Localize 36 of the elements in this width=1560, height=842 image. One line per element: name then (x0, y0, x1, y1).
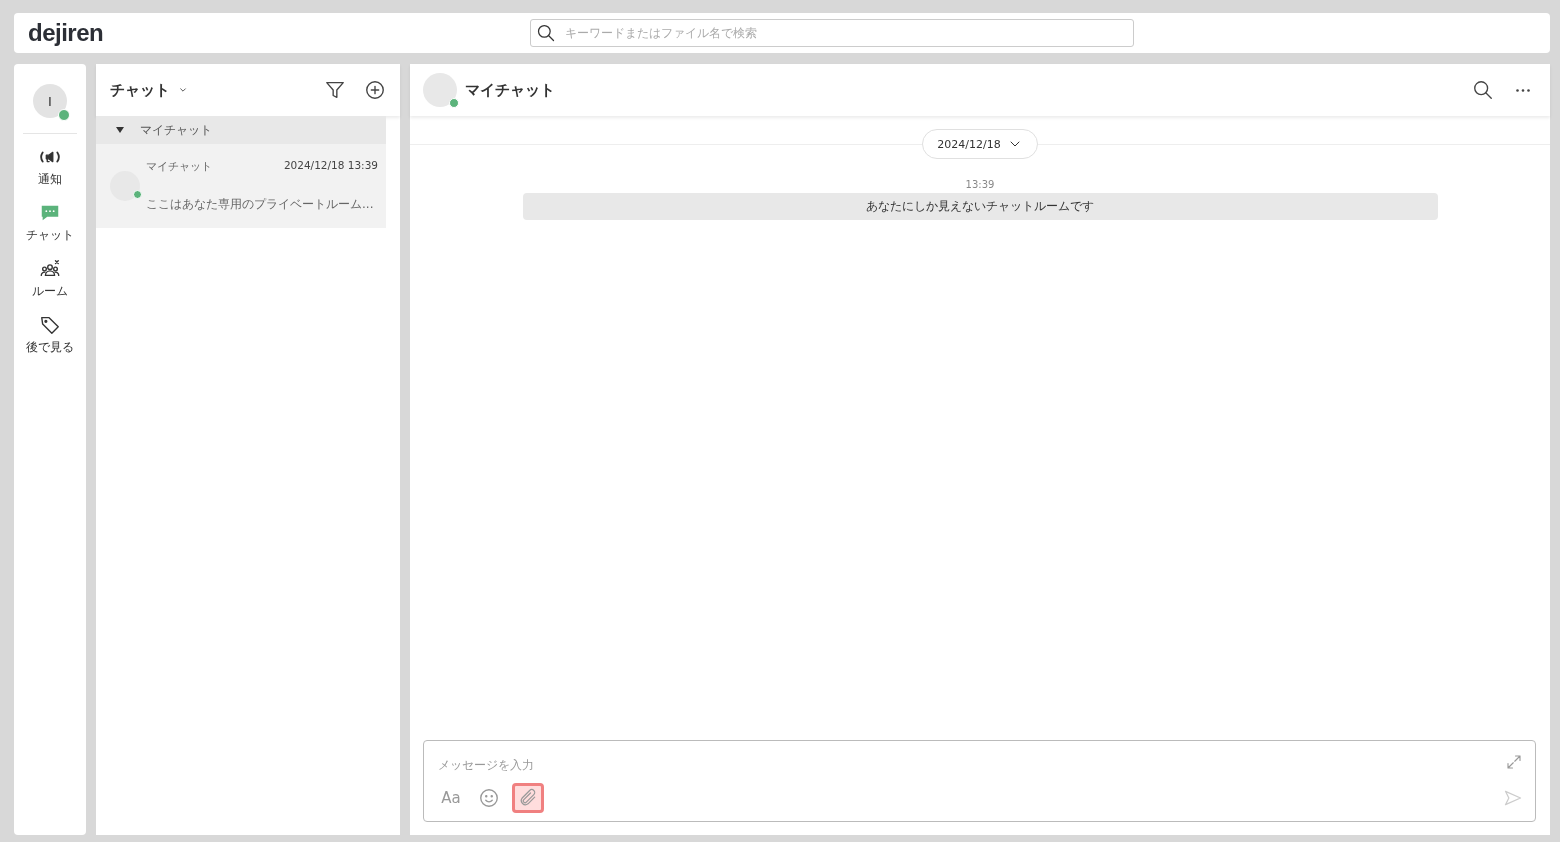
send-arrow-icon (1503, 788, 1523, 808)
sidebar-item[interactable]: 通知 (38, 146, 62, 188)
expand-arrows-icon (1505, 753, 1523, 771)
sidebar-item[interactable]: 後で見る (26, 314, 74, 356)
search-button[interactable] (1472, 79, 1494, 101)
more-icon (1516, 88, 1530, 92)
plus-circle-icon (364, 79, 386, 101)
message-time: 13:39 (965, 179, 995, 190)
expand-button[interactable] (1505, 753, 1523, 771)
paperclip-icon (518, 788, 538, 808)
filter-icon[interactable] (324, 79, 346, 101)
system-message: あなたにしか見えないチャットルームです (522, 193, 1438, 220)
avatar-icon (110, 171, 140, 201)
sidebar-item[interactable]: ルーム (32, 258, 68, 300)
group-header[interactable]: マイチャット (96, 116, 386, 144)
chat-preview: ここはあなた専用のプライベートルーム... (146, 196, 375, 213)
logo: dejiren (28, 19, 104, 47)
list-title: チャット (110, 80, 170, 100)
send-button[interactable] (1503, 788, 1523, 808)
conversation-title: マイチャット (465, 80, 555, 100)
triangle-down-icon (116, 126, 124, 134)
chat-time: 2024/12/18 13:39 (283, 159, 378, 173)
add-icon[interactable] (364, 79, 386, 101)
date-selector[interactable]: 2024/12/18 (922, 129, 1038, 159)
sidebar-item[interactable]: チャット (26, 202, 74, 244)
more-button[interactable] (1516, 88, 1530, 92)
user-avatar[interactable]: I (33, 84, 67, 118)
search-field[interactable]: キーワードまたはファイル名で検索 (530, 19, 1134, 47)
attach-button[interactable] (512, 783, 544, 813)
avatar-icon (423, 73, 457, 107)
chat-list-item[interactable]: マイチャット 2024/12/18 13:39 ここはあなた専用のプライベートルーム... (96, 144, 386, 228)
funnel-icon (324, 79, 346, 101)
search-icon (1472, 79, 1494, 101)
smiley-icon (478, 787, 500, 809)
chat-name: マイチャット (146, 159, 212, 174)
tag-icon (39, 314, 61, 336)
